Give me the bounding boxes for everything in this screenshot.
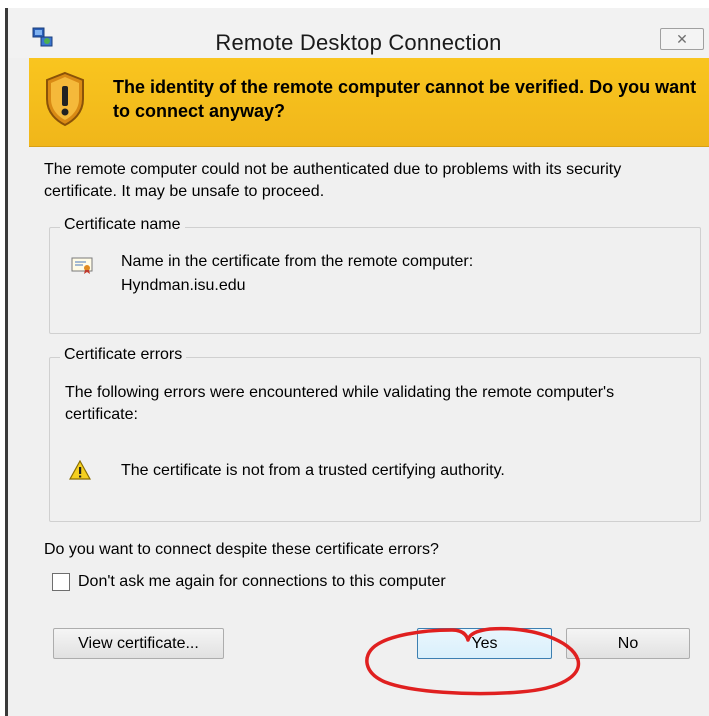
no-button[interactable]: No	[566, 628, 690, 659]
yes-button[interactable]: Yes	[417, 628, 552, 659]
view-certificate-button[interactable]: View certificate...	[53, 628, 224, 659]
dont-ask-again-checkbox[interactable]	[52, 573, 70, 591]
certificate-icon	[71, 257, 93, 274]
certificate-error-item: The certificate is not from a trusted ce…	[121, 462, 505, 479]
banner-message: The identity of the remote computer cann…	[113, 77, 697, 121]
warning-banner: The identity of the remote computer cann…	[29, 58, 709, 147]
security-shield-icon	[46, 71, 84, 127]
connect-question: Do you want to connect despite these cer…	[44, 541, 439, 558]
close-button[interactable]: ✕	[660, 28, 704, 50]
title-bar: Remote Desktop Connection ✕	[8, 8, 709, 58]
close-icon: ✕	[676, 30, 688, 47]
certificate-errors-label: Certificate errors	[60, 346, 187, 364]
certificate-name-label: Certificate name	[60, 216, 185, 234]
certificate-host-name: Hyndman.isu.edu	[121, 277, 246, 294]
certificate-name-group: Certificate name Name in the certificate…	[49, 216, 701, 334]
rdp-dialog-window: Remote Desktop Connection ✕ The identity…	[5, 8, 709, 716]
intro-text: The remote computer could not be authent…	[44, 161, 622, 200]
certificate-name-description: Name in the certificate from the remote …	[121, 253, 474, 270]
warning-icon	[69, 460, 91, 480]
dont-ask-again-label[interactable]: Don't ask me again for connections to th…	[78, 573, 446, 591]
dialog-body: The remote computer could not be authent…	[29, 147, 709, 716]
certificate-errors-group: Certificate errors The following errors …	[49, 346, 701, 522]
certificate-errors-intro: The following errors were encountered wh…	[65, 384, 615, 423]
window-title: Remote Desktop Connection	[215, 30, 502, 55]
